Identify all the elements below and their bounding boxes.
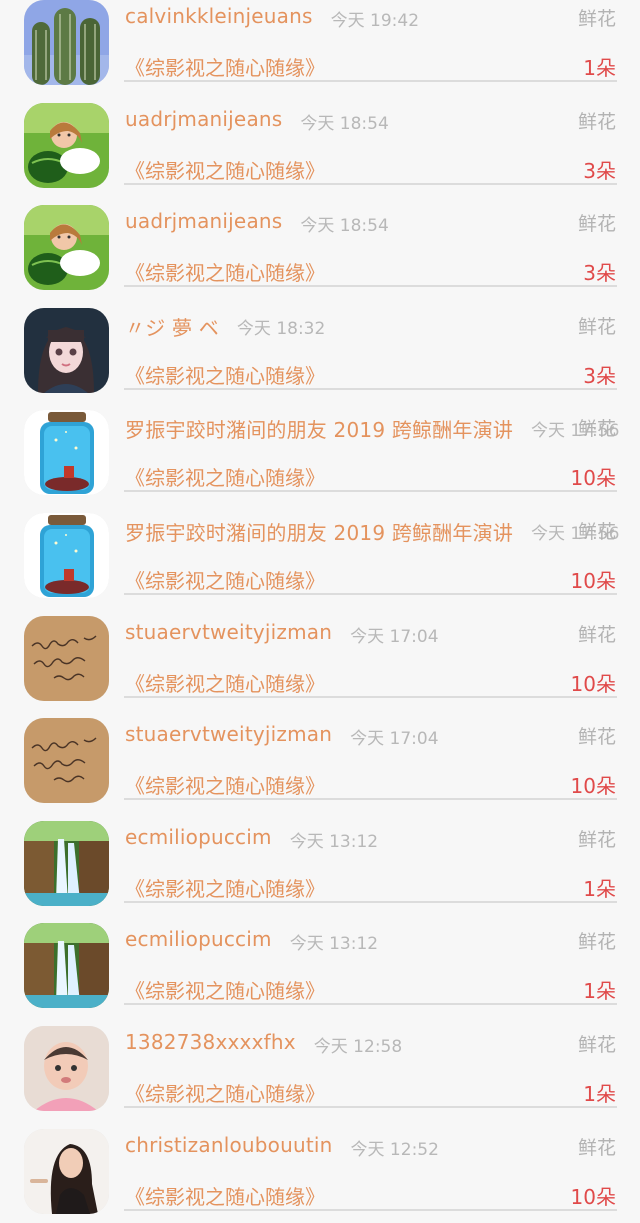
gift-type: 鲜花 <box>577 1136 616 1159</box>
book-title[interactable]: 《综影视之随心随缘》 <box>125 462 325 491</box>
book-title[interactable]: 《综影视之随心随缘》 <box>125 360 325 389</box>
user-avatar[interactable] <box>24 205 109 291</box>
gift-type: 鲜花 <box>577 110 616 133</box>
username[interactable]: christizanloubouutin <box>125 1133 333 1157</box>
gift-record-row[interactable]: 罗振宇跤时潴间的朋友 2019 跨鲸酬年演讲 今天 17:56 鲜花 《综影视之随心随… <box>0 402 640 505</box>
gift-time: 今天 13:12 <box>289 934 379 955</box>
gift-count: 10朵 <box>570 569 616 593</box>
gift-type: 鲜花 <box>577 828 616 851</box>
gift-time: 今天 18:54 <box>300 216 389 237</box>
book-title[interactable]: 《综影视之随心随缘》 <box>125 565 325 594</box>
book-title[interactable]: 《综影视之随心随缘》 <box>125 257 325 286</box>
row-divider <box>124 1003 617 1006</box>
user-avatar[interactable] <box>24 1128 109 1214</box>
row-divider <box>124 285 617 288</box>
book-title[interactable]: 《综影视之随心随缘》 <box>125 155 325 184</box>
row-divider <box>124 1208 617 1211</box>
gift-type: 鲜花 <box>577 213 616 236</box>
gift-type: 鲜花 <box>577 726 616 749</box>
username[interactable]: stuaervtweityjizman <box>125 722 332 746</box>
row-divider <box>124 695 617 698</box>
gift-record-row[interactable]: ecmiliopuccim 今天 13:12 鲜花《综影视之随心随缘》 1朵 <box>0 813 640 916</box>
row-divider <box>124 182 617 185</box>
gift-record-row[interactable]: uadrjmanijeans 今天 18:54 鲜花《综影视之随心随缘》 3朵 <box>0 95 640 198</box>
username[interactable]: 罗振宇跤时潴间的朋友 2019 跨鲸酬年演讲 <box>125 517 513 546</box>
username[interactable]: stuaervtweityjizman <box>125 620 332 644</box>
gift-record-row[interactable]: christizanloubouutin 今天 12:52 鲜花《综影视之随心随缘》… <box>0 1121 640 1223</box>
gift-record-row[interactable]: 1382738xxxxfhx 今天 12:58 鲜花《综影视之随心随缘》 1朵 <box>0 1018 640 1121</box>
gift-record-row[interactable]: stuaervtweityjizman 今天 17:04 鲜花《综影视之随心随缘》 1… <box>0 710 640 813</box>
gift-record-row[interactable]: 〃ジ 夢 ベ今天 18:32 鲜花《综影视之随心随缘》 3朵 <box>0 300 640 403</box>
username[interactable]: ecmiliopuccim <box>125 927 272 951</box>
book-title[interactable]: 《综影视之随心随缘》 <box>125 52 325 81</box>
gift-time: 今天 18:32 <box>236 318 326 339</box>
gift-time: 今天 12:52 <box>350 1139 439 1160</box>
user-avatar[interactable] <box>24 102 109 188</box>
user-avatar[interactable] <box>24 718 109 804</box>
gift-count: 1朵 <box>583 979 616 1004</box>
gift-type: 鲜花 <box>577 931 616 954</box>
gift-count: 1朵 <box>583 56 616 80</box>
user-avatar[interactable] <box>24 513 109 598</box>
row-divider <box>124 387 617 390</box>
username[interactable]: calvinkkleinjeuans <box>125 4 313 28</box>
gift-time: 今天 13:12 <box>289 831 379 852</box>
book-title[interactable]: 《综影视之随心随缘》 <box>125 1181 325 1210</box>
username[interactable]: 1382738xxxxfhx <box>125 1030 296 1054</box>
gift-count: 3朵 <box>583 363 616 388</box>
gift-type: 鲜花 <box>577 1034 616 1056</box>
username[interactable]: 罗振宇跤时潴间的朋友 2019 跨鲸酬年演讲 <box>125 414 513 443</box>
row-divider <box>124 80 617 82</box>
username[interactable]: ecmiliopuccim <box>125 825 272 849</box>
gift-count: 3朵 <box>583 261 616 286</box>
gift-type: 鲜花 <box>577 418 616 441</box>
gift-time: 今天 18:54 <box>300 113 389 134</box>
gift-time: 今天 19:42 <box>330 11 420 31</box>
gift-time: 今天 17:04 <box>350 729 439 750</box>
gift-type: 鲜花 <box>577 8 616 30</box>
gift-record-row[interactable]: uadrjmanijeans 今天 18:54 鲜花《综影视之随心随缘》 3朵 <box>0 197 640 300</box>
gift-count: 10朵 <box>570 774 616 799</box>
user-avatar[interactable] <box>24 1026 109 1111</box>
row-divider <box>124 490 617 493</box>
book-title[interactable]: 《综影视之随心随缘》 <box>125 873 325 902</box>
gift-time: 今天 12:58 <box>313 1037 403 1057</box>
username[interactable]: uadrjmanijeans <box>125 107 282 131</box>
row-divider <box>124 900 617 903</box>
row-divider <box>124 593 617 595</box>
user-avatar[interactable] <box>24 820 109 906</box>
gift-count: 1朵 <box>583 876 616 901</box>
gift-count: 3朵 <box>583 158 616 183</box>
gift-count: 1朵 <box>583 1082 616 1106</box>
book-title[interactable]: 《综影视之随心随缘》 <box>125 975 325 1004</box>
gift-record-row[interactable]: 罗振宇跤时潴间的朋友 2019 跨鲸酬年演讲 今天 17:56 鲜花 《综影视之随心随… <box>0 505 640 608</box>
gift-count: 10朵 <box>570 671 616 696</box>
gift-record-row[interactable]: stuaervtweityjizman 今天 17:04 鲜花《综影视之随心随缘》 1… <box>0 608 640 711</box>
user-avatar[interactable] <box>24 410 109 496</box>
gift-type: 鲜花 <box>577 521 616 543</box>
gift-time: 今天 17:04 <box>350 626 439 647</box>
gift-record-row[interactable]: ecmiliopuccim 今天 13:12 鲜花《综影视之随心随缘》 1朵 <box>0 915 640 1018</box>
user-avatar[interactable] <box>24 307 109 393</box>
gift-record-row[interactable]: calvinkkleinjeuans 今天 19:42 鲜花《综影视之随心随缘》 1朵 <box>0 0 640 95</box>
username[interactable]: uadrjmanijeans <box>125 209 282 233</box>
user-avatar[interactable] <box>24 615 109 701</box>
book-title[interactable]: 《综影视之随心随缘》 <box>125 668 325 697</box>
gift-count: 10朵 <box>570 466 616 491</box>
user-avatar[interactable] <box>24 923 109 1009</box>
user-avatar[interactable] <box>24 0 109 85</box>
book-title[interactable]: 《综影视之随心随缘》 <box>125 1078 325 1107</box>
gift-record-list: calvinkkleinjeuans 今天 19:42 鲜花 《综影视之随心随缘》 1朵… <box>0 0 640 1214</box>
gift-type: 鲜花 <box>577 315 616 338</box>
gift-count: 10朵 <box>570 1184 616 1209</box>
gift-type: 鲜花 <box>577 623 616 646</box>
row-divider <box>124 1106 617 1108</box>
username[interactable]: 〃ジ 夢 ベ <box>125 312 219 341</box>
row-divider <box>124 798 617 801</box>
book-title[interactable]: 《综影视之随心随缘》 <box>125 770 325 799</box>
